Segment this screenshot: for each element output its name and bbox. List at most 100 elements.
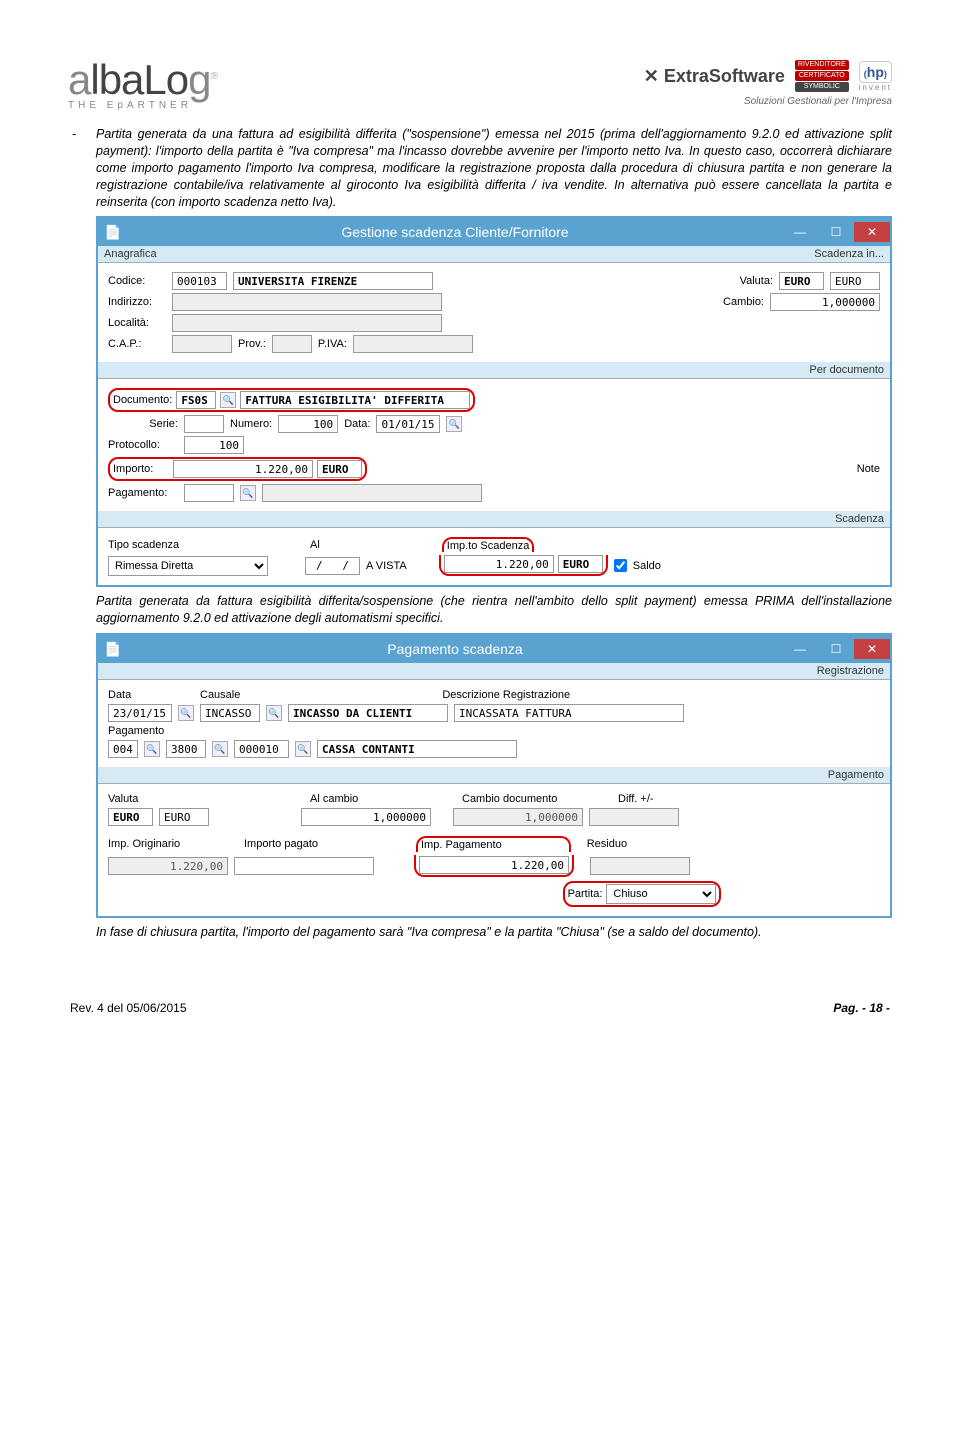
close-button[interactable]: ✕ (854, 639, 890, 659)
note-label: Note (857, 463, 880, 475)
footer-page: Pag. - 18 - (833, 1001, 890, 1015)
extrasoftware-logo: ExtraSoftware (664, 66, 785, 86)
documento-label: Documento: (113, 394, 172, 406)
badge-symbolic: SYMBOLIC (795, 82, 849, 92)
al-label: Al (310, 539, 320, 551)
calendar-icon[interactable]: 🔍 (178, 705, 194, 721)
lookup-icon[interactable]: 🔍 (212, 741, 228, 757)
localita-label: Località: (108, 317, 166, 329)
localita-input[interactable] (172, 314, 442, 332)
pagamento-label: Pagamento: (108, 487, 178, 499)
minimize-button[interactable]: — (782, 222, 818, 242)
imporig-input[interactable] (108, 857, 228, 875)
valuta-input[interactable] (779, 272, 824, 290)
serie-input[interactable] (184, 415, 224, 433)
indirizzo-label: Indirizzo: (108, 296, 166, 308)
section-scadenza: Scadenza (98, 511, 890, 528)
importo-input[interactable] (173, 460, 313, 478)
piva-input[interactable] (353, 335, 473, 353)
lookup-icon[interactable]: 🔍 (220, 392, 236, 408)
impsca-input[interactable] (444, 555, 554, 573)
lookup-icon[interactable]: 🔍 (295, 741, 311, 757)
diff-input[interactable] (589, 808, 679, 826)
cambio-input[interactable] (770, 293, 880, 311)
prov-input[interactable] (272, 335, 312, 353)
valuta-desc[interactable] (830, 272, 880, 290)
protocollo-label: Protocollo: (108, 439, 178, 451)
imppag-label: Importo pagato (244, 838, 384, 850)
lookup-icon[interactable]: 🔍 (144, 741, 160, 757)
cambdoc-input[interactable] (453, 808, 583, 826)
valuta2-v2[interactable] (159, 808, 209, 826)
causale-input[interactable] (200, 704, 260, 722)
section-registrazione: Registrazione (98, 663, 890, 680)
importo-currency[interactable] (317, 460, 362, 478)
impsca-label: Imp.to Scadenza (447, 540, 530, 552)
paragraph-2: Partita generata da fattura esigibilità … (96, 593, 892, 627)
window-title: Gestione scadenza Cliente/Fornitore (128, 224, 782, 240)
saldo-checkbox[interactable] (614, 559, 627, 572)
al-input[interactable] (305, 557, 360, 575)
codice-input[interactable] (172, 272, 227, 290)
pag-v1[interactable] (108, 740, 138, 758)
titlebar-1: 📄 Gestione scadenza Cliente/Fornitore — … (98, 218, 890, 246)
residuo-input[interactable] (590, 857, 690, 875)
tipo-label: Tipo scadenza (108, 539, 208, 551)
partita-select[interactable]: Chiuso (606, 884, 716, 904)
protocollo-input[interactable] (184, 436, 244, 454)
al-desc: A VISTA (366, 560, 407, 572)
tipo-select[interactable]: Rimessa Diretta (108, 556, 268, 576)
codice-desc[interactable] (233, 272, 433, 290)
data2-input[interactable] (108, 704, 172, 722)
pag-v2[interactable] (166, 740, 206, 758)
minimize-button[interactable]: — (782, 639, 818, 659)
data2-label: Data (108, 689, 168, 701)
pagamento-desc[interactable] (262, 484, 482, 502)
page-header: albaLog® THE EpARTNER ✕ ExtraSoftware RI… (68, 56, 892, 111)
section-perdocumento: Per documento (98, 362, 890, 379)
causale-desc[interactable] (288, 704, 448, 722)
badge-certificato: CERTIFICATO (795, 71, 849, 81)
hp-logo: (hp) (859, 61, 892, 83)
impsca-currency[interactable] (558, 555, 603, 573)
pag-v3[interactable] (234, 740, 289, 758)
calendar-icon[interactable]: 🔍 (446, 416, 462, 432)
soluzioni-tagline: Soluzioni Gestionali per l'Impresa (744, 96, 892, 107)
lookup-icon[interactable]: 🔍 (266, 705, 282, 721)
paragraph-1: - Partita generata da una fattura ad esi… (68, 126, 892, 210)
indirizzo-input[interactable] (172, 293, 442, 311)
hp-invent: invent (859, 83, 892, 92)
imppagam-input[interactable] (419, 856, 569, 874)
residuo-label: Residuo (587, 838, 627, 850)
maximize-button[interactable]: ☐ (818, 639, 854, 659)
pag-desc[interactable] (317, 740, 517, 758)
valuta2-v1[interactable] (108, 808, 153, 826)
saldo-label: Saldo (633, 560, 661, 572)
window-icon: 📄 (98, 641, 128, 658)
window-icon: 📄 (98, 224, 128, 241)
pagamento-input[interactable] (184, 484, 234, 502)
documento-desc[interactable] (240, 391, 470, 409)
logo-albalog: albaLog® THE EpARTNER (68, 56, 217, 111)
codice-label: Codice: (108, 275, 166, 287)
cap-label: C.A.P.: (108, 338, 166, 350)
window-pagamento-scadenza: 📄 Pagamento scadenza — ☐ ✕ Registrazione… (96, 633, 892, 918)
valuta2-label: Valuta (108, 793, 218, 805)
lookup-icon[interactable]: 🔍 (240, 485, 256, 501)
cambio-label: Cambio: (723, 296, 764, 308)
close-button[interactable]: ✕ (854, 222, 890, 242)
page-footer: Rev. 4 del 05/06/2015 Pag. - 18 - (68, 1001, 892, 1015)
valuta-label: Valuta: (740, 275, 773, 287)
maximize-button[interactable]: ☐ (818, 222, 854, 242)
data-input[interactable] (376, 415, 440, 433)
numero-input[interactable] (278, 415, 338, 433)
partita-label: Partita: (568, 888, 603, 900)
cap-input[interactable] (172, 335, 232, 353)
prov-label: Prov.: (238, 338, 266, 350)
imppag-input[interactable] (234, 857, 374, 875)
documento-input[interactable] (176, 391, 216, 409)
descr-input[interactable] (454, 704, 684, 722)
footer-revision: Rev. 4 del 05/06/2015 (70, 1001, 187, 1015)
alcambio-input[interactable] (301, 808, 431, 826)
pag2-label: Pagamento (108, 725, 164, 737)
